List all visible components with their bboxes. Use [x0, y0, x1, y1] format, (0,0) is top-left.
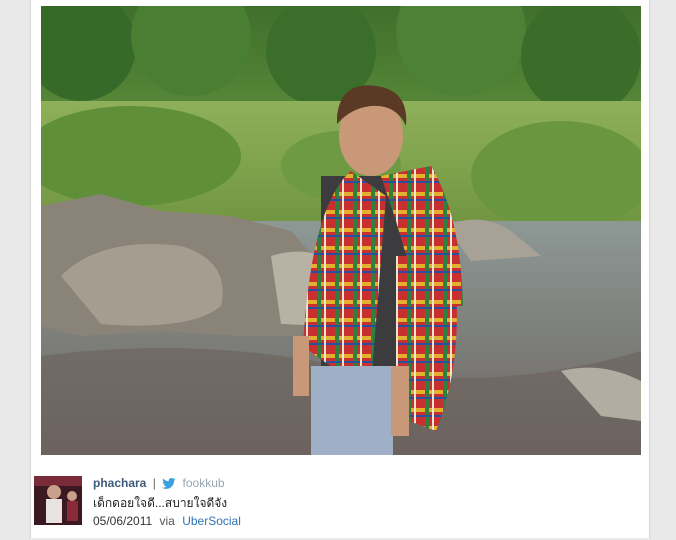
post-footer: phachara | fookkub เด็กดอยใจดี...สบายใจด…	[34, 476, 634, 532]
author-separator: |	[152, 476, 156, 490]
avatar[interactable]	[34, 476, 82, 525]
via-label: via	[159, 514, 175, 528]
author-username[interactable]: phachara	[93, 476, 146, 490]
post-photo[interactable]	[41, 6, 641, 455]
post-date[interactable]: 05/06/2011	[93, 514, 152, 528]
author-line: phachara | fookkub	[93, 476, 225, 492]
photo-image	[41, 6, 641, 455]
avatar-image	[34, 476, 82, 525]
post-message: เด็กดอยใจดี...สบายใจดีจัง	[93, 496, 228, 510]
client-link[interactable]: UberSocial	[182, 514, 241, 528]
post-meta: 05/06/2011 via UberSocial	[93, 514, 241, 528]
twitter-bird-icon	[162, 478, 176, 492]
author-handle[interactable]: fookkub	[183, 476, 225, 490]
